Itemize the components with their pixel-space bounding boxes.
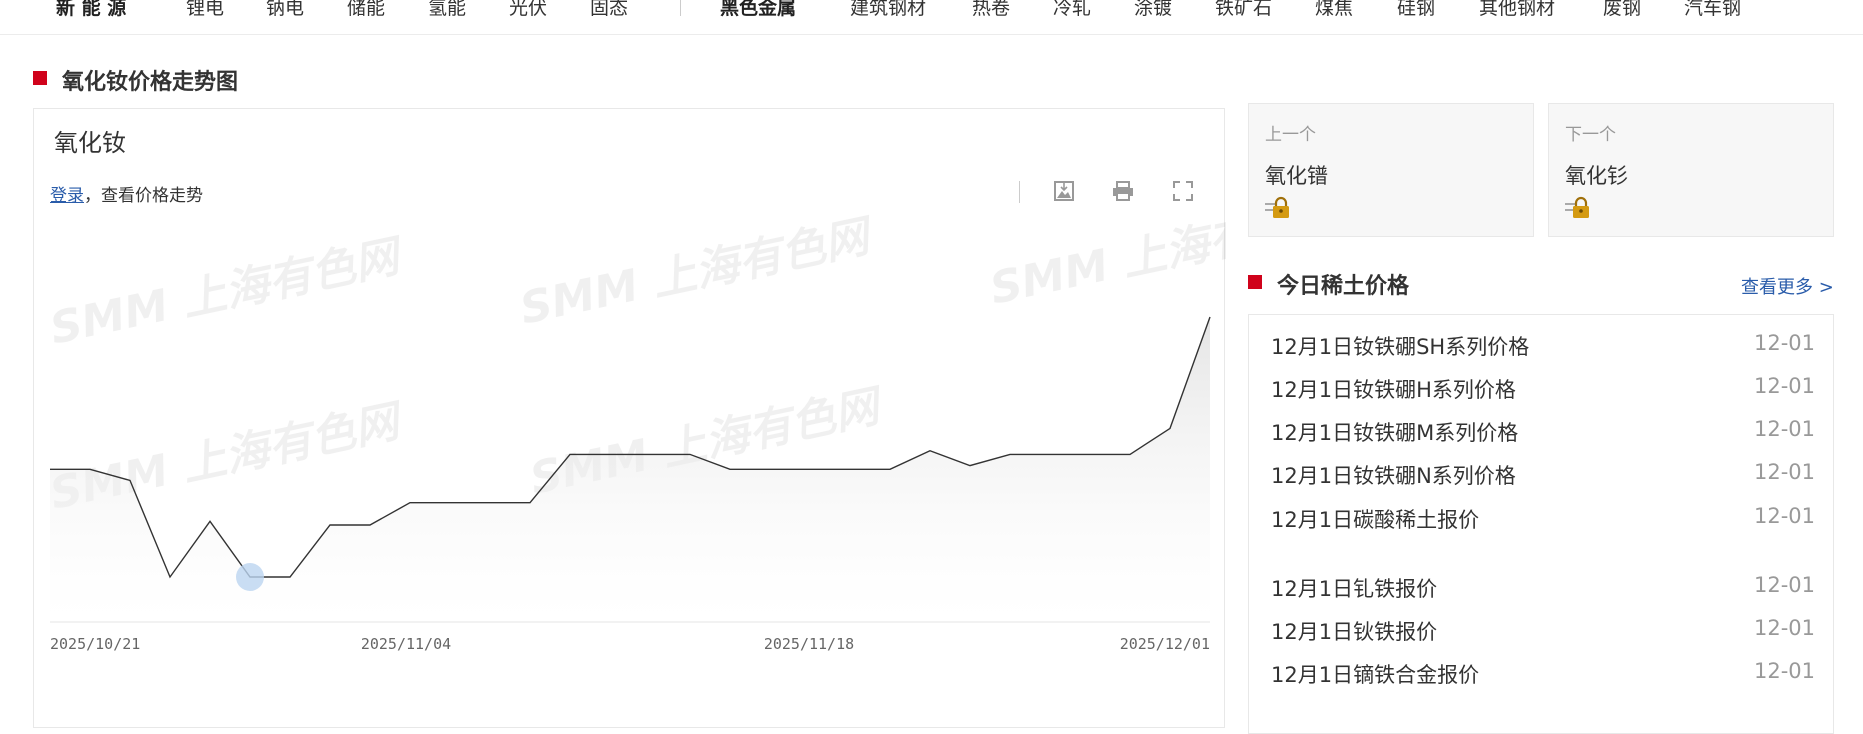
prev-card-name: 氧化镨 [1265, 164, 1328, 188]
nav-item-cold-rolled[interactable]: 冷轧 [1053, 0, 1091, 18]
list-item[interactable]: 12月1日钕铁硼H系列价格 12-01 [1271, 374, 1815, 408]
list-item-date: 12-01 [1753, 504, 1815, 528]
nav-item-scrap-steel[interactable]: 废钢 [1603, 0, 1641, 18]
prev-card-label: 上一个 [1265, 125, 1316, 145]
x-tick-label: 2025/11/04 [361, 635, 451, 653]
nav-item-hydrogen[interactable]: 氢能 [428, 0, 466, 18]
list-item[interactable]: 12月1日钬铁报价 12-01 [1271, 616, 1815, 650]
chart-product-name: 氧化钕 [54, 129, 126, 157]
price-list: 12月1日钕铁硼SH系列价格 12-01 12月1日钕铁硼H系列价格 12-01… [1248, 314, 1834, 734]
watermark-text: SMM 上海有色网 [516, 210, 879, 335]
next-card-name: 氧化钐 [1565, 164, 1628, 188]
next-product-card[interactable]: 下一个 氧化钐 [1548, 103, 1834, 237]
list-item[interactable]: 12月1日钕铁硼N系列价格 12-01 [1271, 460, 1815, 494]
trend-section-title: 氧化钕价格走势图 [62, 70, 239, 95]
list-item-date: 12-01 [1753, 659, 1815, 683]
nav-item-hot-rolled[interactable]: 热卷 [972, 0, 1010, 18]
nav-item-solar[interactable]: 光伏 [509, 0, 547, 18]
list-item-title: 12月1日钬铁报价 [1271, 620, 1438, 644]
x-tick-label: 2025/10/21 [50, 635, 140, 653]
nav-item-coated[interactable]: 涂镀 [1134, 0, 1172, 18]
nav-item-lithium[interactable]: 锂电 [186, 0, 224, 18]
list-item[interactable]: 12月1日碳酸稀土报价 12-01 [1271, 504, 1815, 538]
list-item-title: 12月1日钕铁硼M系列价格 [1271, 421, 1519, 445]
top-nav: 新 能 源 锂电 钠电 储能 氢能 光伏 固态 黑色金属 建筑钢材 热卷 冷轧 … [0, 0, 1863, 35]
price-chart-panel: SMM 上海有色网 SMM 上海有色网 SMM 上海有色网 SMM 上海有色网 SMM … [33, 108, 1226, 729]
login-link[interactable]: 登录 [50, 186, 84, 206]
list-item[interactable]: 12月1日镝铁合金报价 12-01 [1271, 659, 1815, 693]
list-item-title: 12月1日钕铁硼SH系列价格 [1271, 335, 1530, 359]
prev-product-card[interactable]: 上一个 氧化镨 [1248, 103, 1534, 237]
list-item-date: 12-01 [1753, 460, 1815, 484]
nav-item-sodium[interactable]: 钠电 [266, 0, 304, 18]
nav-divider [680, 0, 681, 16]
nav-item-new-energy[interactable]: 新 能 源 [56, 0, 126, 18]
watermark-text: SMM 上海有色网 [986, 190, 1226, 315]
nav-item-other-steel[interactable]: 其他钢材 [1479, 0, 1555, 18]
list-item-date: 12-01 [1753, 331, 1815, 355]
login-prompt-text: ，查看价格走势 [84, 186, 203, 206]
section-marker [33, 71, 47, 85]
nav-item-iron-ore[interactable]: 铁矿石 [1215, 0, 1272, 18]
list-item[interactable]: 12月1日钕铁硼M系列价格 12-01 [1271, 417, 1815, 451]
x-tick-label: 2025/11/18 [764, 635, 854, 653]
list-item-title: 12月1日钕铁硼N系列价格 [1271, 464, 1516, 488]
toolbar-divider [1019, 181, 1020, 203]
list-item-title: 12月1日碳酸稀土报价 [1271, 508, 1480, 532]
list-item-date: 12-01 [1753, 616, 1815, 640]
list-item-date: 12-01 [1753, 573, 1815, 597]
nav-item-storage[interactable]: 储能 [347, 0, 385, 18]
nav-item-silicon-steel[interactable]: 硅钢 [1397, 0, 1435, 18]
nav-item-auto-steel[interactable]: 汽车钢 [1684, 0, 1741, 18]
list-item[interactable]: 12月1日钕铁硼SH系列价格 12-01 [1271, 331, 1815, 365]
nav-item-solid-state[interactable]: 固态 [590, 0, 628, 18]
nav-item-construction-steel[interactable]: 建筑钢材 [850, 0, 926, 18]
x-tick-label: 2025/12/01 [1120, 635, 1210, 653]
list-item-title: 12月1日钕铁硼H系列价格 [1271, 378, 1516, 402]
price-chart[interactable]: SMM 上海有色网 SMM 上海有色网 SMM 上海有色网SMM 上海有色网 SMM … [34, 109, 1226, 729]
list-item-title: 12月1日钆铁报价 [1271, 577, 1438, 601]
print-icon[interactable] [1111, 179, 1135, 203]
lock-icon [1565, 196, 1589, 218]
image-download-icon[interactable] [1052, 179, 1076, 203]
list-item-title: 12月1日镝铁合金报价 [1271, 663, 1480, 687]
nav-item-ferrous[interactable]: 黑色金属 [720, 0, 796, 18]
watermark-text: SMM 上海有色网 [46, 230, 409, 355]
chart-highlight-point[interactable] [236, 563, 264, 591]
nav-item-coke[interactable]: 煤焦 [1315, 0, 1353, 18]
today-section-title: 今日稀土价格 [1277, 274, 1410, 299]
x-tick-labels: 2025/10/21 2025/11/04 2025/11/18 2025/12/01 [50, 635, 1210, 653]
view-more-link[interactable]: 查看更多 > [1741, 273, 1834, 299]
next-card-label: 下一个 [1565, 125, 1616, 145]
list-item-date: 12-01 [1753, 374, 1815, 398]
lock-icon [1265, 196, 1289, 218]
section-marker [1248, 275, 1262, 289]
fullscreen-icon[interactable] [1171, 179, 1195, 203]
list-item-date: 12-01 [1753, 417, 1815, 441]
login-prompt: 登录，查看价格走势 [50, 181, 203, 206]
list-item[interactable]: 12月1日钆铁报价 12-01 [1271, 573, 1815, 607]
